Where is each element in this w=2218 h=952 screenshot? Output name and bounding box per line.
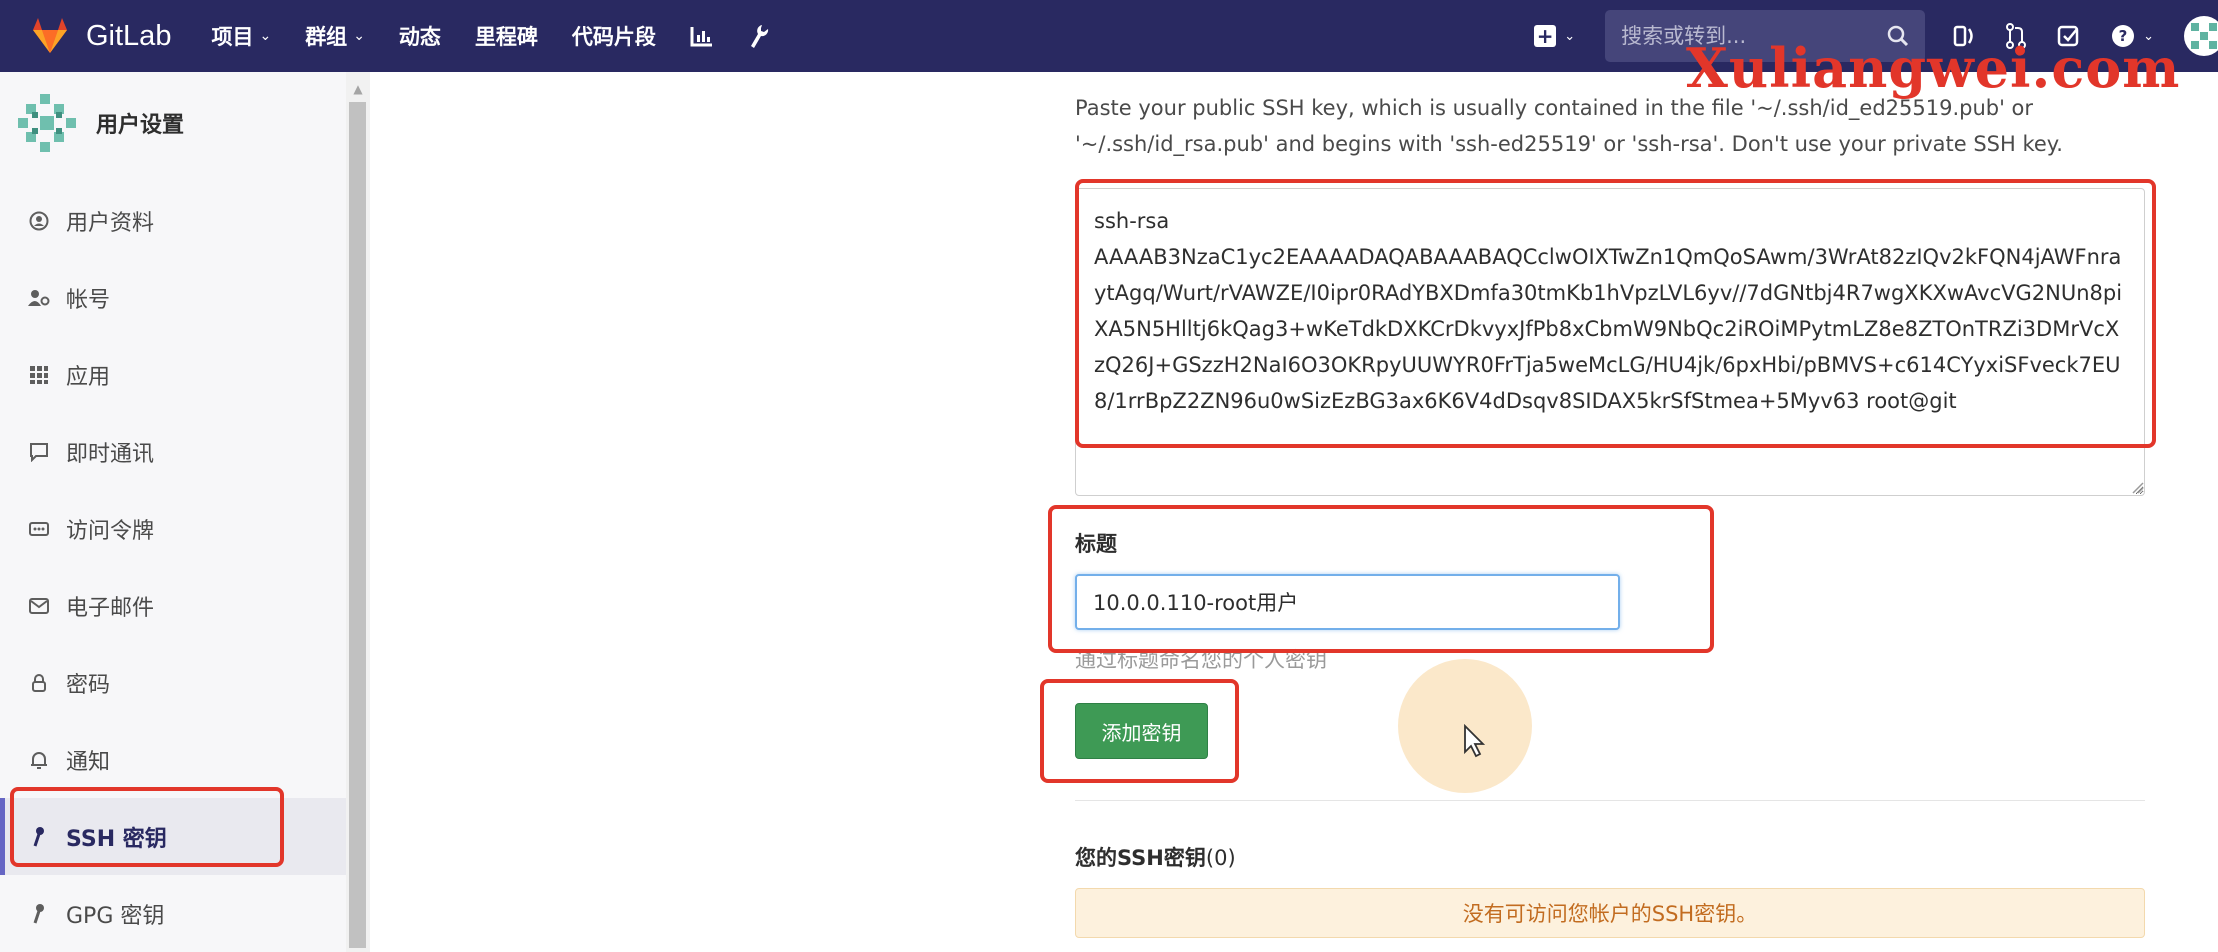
sidebar-item-applications[interactable]: 应用 <box>0 336 346 413</box>
key-icon <box>26 826 52 848</box>
account-icon <box>26 288 52 308</box>
nav-activity[interactable]: 动态 <box>399 21 441 51</box>
chevron-down-icon: ⌄ <box>1564 28 1576 44</box>
sidebar-item-profile[interactable]: 用户资料 <box>0 182 346 259</box>
sidebar-item-label: 密码 <box>66 672 111 698</box>
sidebar-item-access-tokens[interactable]: 访问令牌 <box>0 490 346 567</box>
sidebar-item-gpg-keys[interactable]: GPG 密钥 <box>0 875 346 952</box>
brand-name: GitLab <box>86 19 172 52</box>
sidebar-item-label: 帐号 <box>66 287 111 313</box>
mail-icon <box>26 597 52 614</box>
empty-keys-alert: 没有可访问您帐户的SSH密钥。 <box>1075 888 2145 938</box>
avatar-identicon-icon <box>2191 23 2217 49</box>
nav-groups[interactable]: 群组 ⌄ <box>305 21 365 51</box>
sidebar-item-label: 用户资料 <box>66 210 155 236</box>
sidebar-item-label: 访问令牌 <box>66 518 155 544</box>
sidebar-title: 用户设置 <box>96 113 185 138</box>
lock-icon <box>26 673 52 693</box>
keys-heading-label: 您的SSH密钥 <box>1075 846 1206 870</box>
wrench-icon[interactable] <box>748 23 770 49</box>
brand[interactable]: GitLab <box>30 16 171 56</box>
nav-links: 项目 ⌄ 群组 ⌄ 动态 里程碑 代码片段 <box>211 21 803 51</box>
sidebar-menu: 用户资料 帐号 应用 即时通讯 访问令牌 电子邮件 密码 通知 SSH 密钥 G… <box>0 182 346 952</box>
applications-icon <box>26 365 52 385</box>
sidebar-item-label: GPG 密钥 <box>66 903 165 929</box>
sidebar-item-chat[interactable]: 即时通讯 <box>0 413 346 490</box>
sidebar-item-notifications[interactable]: 通知 <box>0 721 346 798</box>
sidebar-item-label: SSH 密钥 <box>66 826 167 852</box>
title-help-text: 通过标题命名您的个人密钥 <box>1075 648 1327 672</box>
gitlab-logo-icon <box>33 18 67 53</box>
sidebar-scrollbar[interactable]: ▲ <box>346 72 370 952</box>
settings-sidebar: 用户设置 用户资料 帐号 应用 即时通讯 访问令牌 电子邮件 密码 通知 SSH… <box>0 72 346 952</box>
sidebar-item-account[interactable]: 帐号 <box>0 259 346 336</box>
sidebar-item-emails[interactable]: 电子邮件 <box>0 567 346 644</box>
your-ssh-keys-heading: 您的SSH密钥(0) <box>1075 842 1236 872</box>
chevron-down-icon: ⌄ <box>353 28 365 44</box>
sidebar-item-label: 应用 <box>66 364 111 390</box>
chart-icon[interactable] <box>690 25 714 47</box>
nav-activity-label: 动态 <box>398 25 441 49</box>
plus-icon: + <box>1534 25 1557 47</box>
nav-milestones[interactable]: 里程碑 <box>475 21 538 51</box>
divider <box>1075 800 2145 801</box>
nav-projects[interactable]: 项目 ⌄ <box>211 21 271 51</box>
ssh-key-textarea[interactable]: ssh-rsa AAAAB3NzaC1yc2EAAAADAQABAAABAQCc… <box>1075 188 2145 496</box>
sidebar-item-label: 电子邮件 <box>66 595 155 621</box>
add-key-button[interactable]: 添加密钥 <box>1075 703 1208 759</box>
sidebar-item-ssh-keys[interactable]: SSH 密钥 <box>0 798 346 875</box>
ssh-key-help-text: Paste your public SSH key, which is usua… <box>1075 96 2063 156</box>
chevron-down-icon: ⌄ <box>259 28 272 44</box>
sidebar-item-password[interactable]: 密码 <box>0 644 346 721</box>
chat-icon <box>26 442 52 462</box>
title-input[interactable] <box>1075 574 1620 630</box>
sidebar-header[interactable]: 用户设置 <box>0 72 346 174</box>
sidebar-item-label: 即时通讯 <box>66 441 155 467</box>
mouse-cursor-icon <box>1464 724 1485 758</box>
nav-groups-label: 群组 <box>305 25 348 49</box>
scroll-up-arrow-icon[interactable]: ▲ <box>346 82 370 96</box>
user-avatar-icon <box>18 94 76 152</box>
title-label: 标题 <box>1075 532 1117 556</box>
nav-snippets[interactable]: 代码片段 <box>572 21 656 51</box>
profile-icon <box>26 211 52 231</box>
resize-grip-icon[interactable] <box>2130 480 2144 494</box>
avatar[interactable] <box>2184 16 2218 56</box>
new-dropdown[interactable]: + ⌄ <box>1534 25 1575 47</box>
token-icon <box>26 521 52 536</box>
keys-count: (0) <box>1205 846 1236 870</box>
nav-projects-label: 项目 <box>211 25 254 49</box>
bell-icon <box>26 750 52 770</box>
sidebar-item-label: 通知 <box>66 749 111 775</box>
key-icon <box>26 903 52 925</box>
nav-milestones-label: 里程碑 <box>474 25 538 49</box>
nav-snippets-label: 代码片段 <box>571 25 656 49</box>
scroll-thumb[interactable] <box>349 102 366 948</box>
